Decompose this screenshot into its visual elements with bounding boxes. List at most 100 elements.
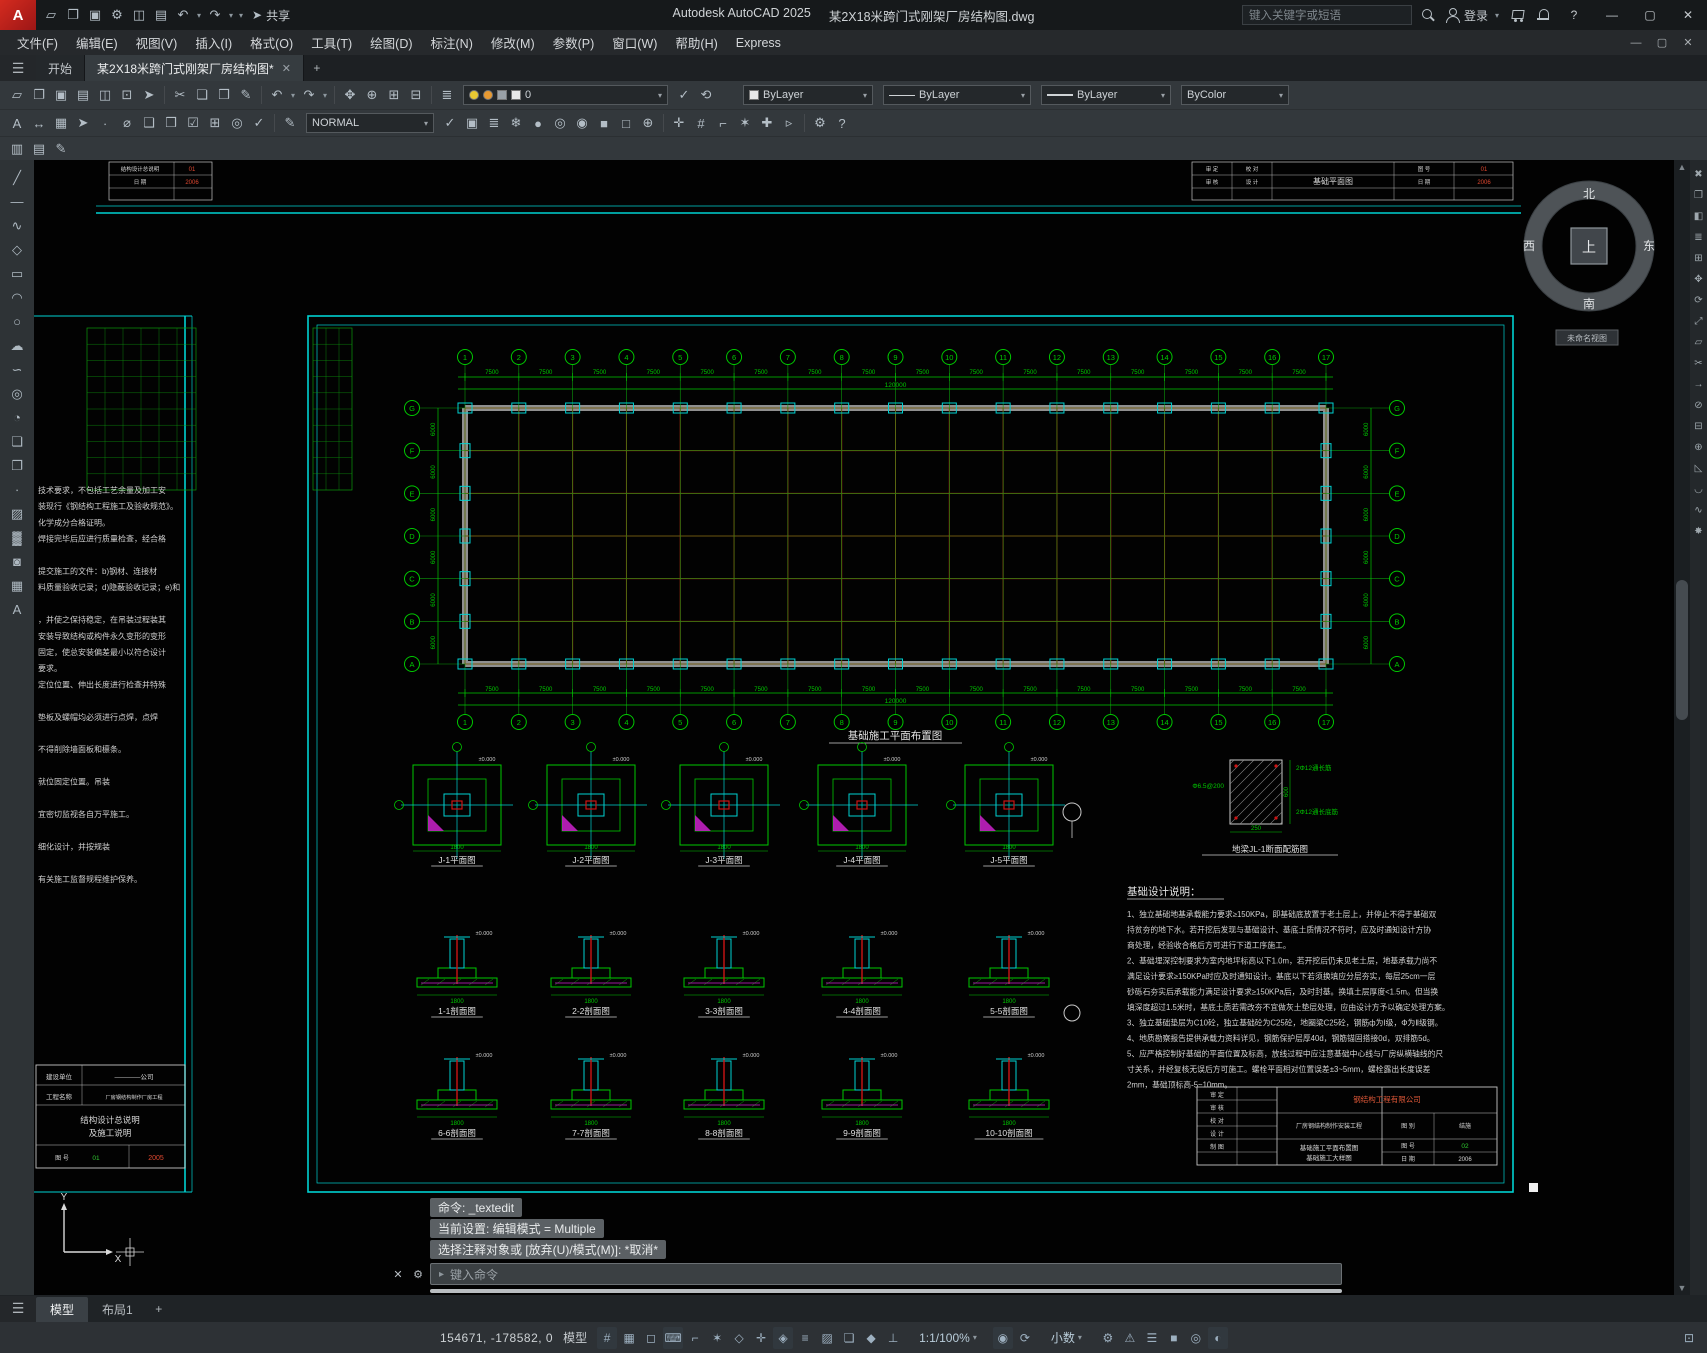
top-left-table[interactable]: 结构设计总说明 01 日 期 2006 — [108, 161, 213, 201]
tab-start[interactable]: 开始 — [36, 55, 86, 81]
set-current-style-icon[interactable]: ✓ — [439, 112, 461, 134]
layer-merge-icon[interactable]: ⊕ — [637, 112, 659, 134]
qnew-icon[interactable]: ▱ — [40, 4, 62, 26]
menu-item-12[interactable]: Express — [727, 33, 790, 53]
share-button[interactable]: ➤ 共享 — [252, 7, 290, 24]
units-dialog-icon[interactable]: ⌀ — [116, 112, 138, 134]
autocad-app-menu[interactable]: A — [0, 0, 36, 30]
tab-overview-icon[interactable]: ☰ — [0, 55, 36, 81]
publish-icon[interactable]: ➤ — [138, 84, 160, 106]
search-icon[interactable] — [1420, 7, 1436, 23]
lineweight-control[interactable]: ByLayer ▾ — [1041, 85, 1171, 105]
menu-item-8[interactable]: 修改(M) — [482, 30, 544, 55]
command-window[interactable]: 命令: _textedit 当前设置: 编辑模式 = Multiple 选择注释对象… — [390, 1198, 1342, 1293]
table-icon[interactable]: ▦ — [2, 574, 32, 597]
workspace-switching-icon[interactable]: ⚙ — [1098, 1327, 1118, 1349]
match-properties-icon[interactable]: ✎ — [235, 84, 257, 106]
mirror-icon[interactable]: ◧ — [1691, 206, 1707, 227]
erase-icon[interactable]: ✖ — [1691, 164, 1707, 185]
zoom-realtime-icon[interactable]: ⊕ — [361, 84, 383, 106]
spell-check-icon[interactable]: ✓ — [248, 112, 270, 134]
drawing-canvas[interactable]: 结构设计总说明 01 日 期 2006 审 定审 核校 对设 计基础平面图图 号 01 日 … — [34, 160, 1674, 1295]
blend-curves-icon[interactable]: ∿ — [1691, 500, 1707, 521]
isometric-drafting-icon[interactable]: ◇ — [729, 1327, 749, 1349]
menu-item-2[interactable]: 视图(V) — [127, 30, 187, 55]
layer-lock-icon[interactable]: ■ — [593, 112, 615, 134]
point-style-icon[interactable]: ∙ — [94, 112, 116, 134]
menu-item-10[interactable]: 窗口(W) — [603, 30, 666, 55]
tab-layout1[interactable]: 布局1 — [88, 1297, 147, 1322]
undo-icon[interactable]: ↶ — [172, 4, 194, 26]
app-store-cart-icon[interactable] — [1510, 7, 1527, 23]
grid-icon[interactable]: # — [597, 1326, 618, 1349]
foundation-details[interactable]: 1800 ±0.000 J-1平面图 1800 ±0.000 J-2平面图 1800 ±0.0… — [394, 742, 1082, 1140]
navigation-compass[interactable]: 上 北南 西 东未命名视图 — [1523, 180, 1655, 346]
layer-control[interactable]: 0 ▾ — [463, 85, 668, 105]
markup-assist-icon[interactable]: ✎ — [50, 138, 72, 160]
coordinates-display[interactable]: 154671, -178582, 0 — [440, 1331, 553, 1345]
sheet-set-icon[interactable]: ▤ — [150, 4, 172, 26]
annotation-visibility-icon[interactable]: ◉ — [992, 1326, 1013, 1349]
vertical-scrollbar[interactable]: ▲ ▼ — [1674, 160, 1690, 1295]
dyn-input-toggle-icon[interactable]: ▹ — [778, 112, 800, 134]
graphics-performance-icon[interactable]: ◐ — [1207, 1326, 1228, 1349]
restore-button[interactable]: ▢ — [1635, 0, 1665, 30]
undo-icon[interactable]: ↶ — [266, 84, 288, 106]
search-input[interactable]: 键入关键字或短语 — [1241, 5, 1412, 25]
layer-properties-icon[interactable]: ≣ — [436, 84, 458, 106]
spline-icon[interactable]: ∽ — [2, 358, 32, 381]
polar-toggle-icon[interactable]: ✶ — [734, 112, 756, 134]
style-manager-icon[interactable]: ▣ — [461, 112, 483, 134]
isolate-objects-icon[interactable]: ◎ — [1186, 1327, 1206, 1349]
array-icon[interactable]: ⊞ — [1691, 248, 1707, 269]
open-icon[interactable]: ❐ — [62, 4, 84, 26]
minimize-button[interactable]: — — [1597, 0, 1627, 30]
menu-item-4[interactable]: 格式(O) — [241, 30, 302, 55]
otrack-toggle-icon[interactable]: ✚ — [756, 112, 778, 134]
properties-palette-icon[interactable]: ▤ — [28, 138, 50, 160]
scroll-down-icon[interactable]: ▼ — [1674, 1281, 1690, 1295]
scroll-up-icon[interactable]: ▲ — [1674, 160, 1690, 174]
redo-menu-icon[interactable]: ▾ — [226, 4, 236, 26]
object-snap-tracking-icon[interactable]: ✛ — [751, 1327, 771, 1349]
style-edit-icon[interactable]: ✎ — [279, 112, 301, 134]
doc-restore-button[interactable]: ▢ — [1649, 31, 1675, 55]
undo-menu-icon[interactable]: ▾ — [194, 4, 204, 26]
title-block[interactable]: 审 定审 核校 对设 计制 图 钢结构工程有限公司厂房钢结构制作安装工程基础施工平… — [1196, 1086, 1498, 1166]
plot-icon[interactable]: ◫ — [128, 4, 150, 26]
pan-icon[interactable]: ✥ — [339, 84, 361, 106]
selection-grip[interactable] — [1529, 1183, 1538, 1192]
autoscale-icon[interactable]: ⟳ — [1015, 1327, 1035, 1349]
style-control[interactable]: NORMAL ▾ — [306, 113, 434, 133]
layer-unlock-icon[interactable]: □ — [615, 112, 637, 134]
offset-icon[interactable]: ≣ — [1691, 227, 1707, 248]
group-icon[interactable]: ❑ — [138, 112, 160, 134]
chamfer-icon[interactable]: ◺ — [1691, 458, 1707, 479]
color-control[interactable]: ByLayer ▾ — [743, 85, 873, 105]
units-control[interactable]: 小数 ▾ — [1045, 1327, 1088, 1348]
save-icon[interactable]: ▣ — [50, 84, 72, 106]
osnap-settings-icon[interactable]: ✛ — [668, 112, 690, 134]
dimension-style-icon[interactable]: ↔ — [28, 112, 50, 134]
sheet-borders[interactable] — [34, 205, 1521, 1193]
plot-icon[interactable]: ◫ — [94, 84, 116, 106]
linetype-control[interactable]: ByLayer ▾ — [883, 85, 1031, 105]
command-customize-icon[interactable]: ⚙ — [410, 1268, 426, 1281]
make-block-icon[interactable]: ❐ — [2, 454, 32, 477]
rectangle-icon[interactable]: ▭ — [2, 262, 32, 285]
clean-screen-icon[interactable]: ⊡ — [1679, 1327, 1699, 1349]
break-at-point-icon[interactable]: ⊘ — [1691, 395, 1707, 416]
join-icon[interactable]: ⊕ — [1691, 437, 1707, 458]
multileader-style-icon[interactable]: ➤ — [72, 112, 94, 134]
doc-minimize-button[interactable]: — — [1623, 31, 1649, 55]
move-icon[interactable]: ✥ — [1691, 269, 1707, 290]
paste-icon[interactable]: ❒ — [213, 84, 235, 106]
redo-icon[interactable]: ↷ — [298, 84, 320, 106]
redo-menu-icon[interactable]: ▾ — [320, 84, 330, 106]
grid-settings-icon[interactable]: # — [690, 112, 712, 134]
workspace-icon[interactable]: ⚙ — [106, 4, 128, 26]
revision-cloud-icon[interactable]: ☁ — [2, 334, 32, 357]
arc-icon[interactable]: ◠ — [2, 286, 32, 309]
layer-freeze-icon[interactable]: ❄ — [505, 112, 527, 134]
qat-menu-icon[interactable]: ▾ — [236, 4, 246, 26]
